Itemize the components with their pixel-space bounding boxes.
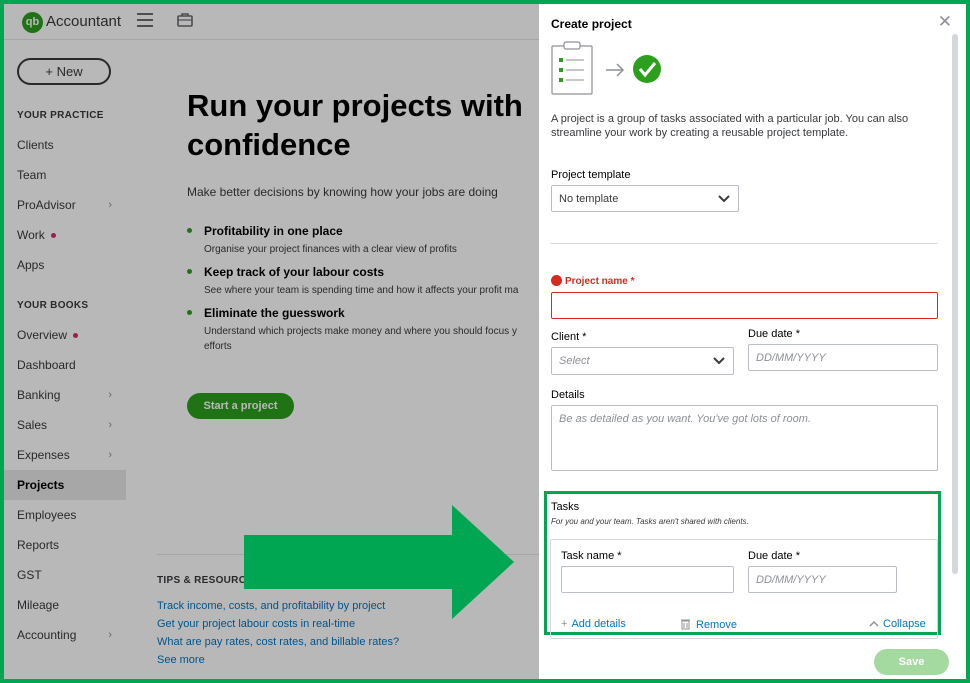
divider: [551, 243, 937, 244]
task-due-label: Due date *: [748, 550, 800, 562]
chevron-down-icon: [713, 357, 725, 365]
due-date-input[interactable]: DD/MM/YYYY: [748, 344, 938, 371]
project-name-input[interactable]: [551, 292, 938, 319]
create-project-panel: Create project ✕ A project is a group of…: [539, 4, 966, 679]
project-name-label: Project name *: [551, 275, 634, 287]
tasks-title: Tasks: [551, 501, 580, 513]
project-illustration: [551, 41, 661, 95]
close-icon[interactable]: ✕: [938, 13, 952, 30]
remove-task-link[interactable]: Remove: [680, 618, 737, 631]
client-placeholder: Select: [559, 355, 590, 367]
task-name-label: Task name *: [561, 550, 622, 562]
details-label: Details: [551, 389, 585, 401]
save-button[interactable]: Save: [874, 649, 949, 675]
chevron-down-icon: [718, 194, 730, 202]
trash-icon: [681, 619, 690, 630]
tasks-subtitle: For you and your team. Tasks aren't shar…: [551, 517, 749, 526]
plus-icon: +: [561, 618, 568, 630]
client-select[interactable]: Select: [551, 347, 734, 375]
due-date-label: Due date *: [748, 328, 800, 340]
project-name-label-text: Project name *: [565, 276, 635, 287]
template-select[interactable]: No template: [551, 185, 739, 212]
panel-title: Create project: [551, 17, 632, 31]
intro-text: A project is a group of tasks associated…: [551, 113, 909, 139]
scrollbar[interactable]: [952, 34, 958, 574]
due-date-placeholder: DD/MM/YYYY: [756, 351, 826, 364]
client-label: Client *: [551, 331, 587, 343]
task-name-input[interactable]: [561, 566, 734, 593]
details-textarea[interactable]: Be as detailed as you want. You've got l…: [551, 405, 938, 471]
add-details-label: Add details: [571, 618, 626, 630]
task-due-input[interactable]: DD/MM/YYYY: [748, 566, 897, 593]
annotation-arrow-icon: [244, 505, 514, 619]
collapse-label: Collapse: [883, 618, 926, 630]
task-due-placeholder: DD/MM/YYYY: [756, 573, 826, 586]
remove-label: Remove: [696, 619, 737, 631]
error-icon: [551, 275, 562, 286]
collapse-link[interactable]: Collapse: [869, 618, 926, 630]
add-details-link[interactable]: + Add details: [561, 618, 626, 630]
details-placeholder: Be as detailed as you want. You've got l…: [559, 413, 811, 425]
chevron-up-icon: [869, 620, 879, 627]
template-label: Project template: [551, 169, 631, 181]
template-value: No template: [559, 192, 619, 205]
